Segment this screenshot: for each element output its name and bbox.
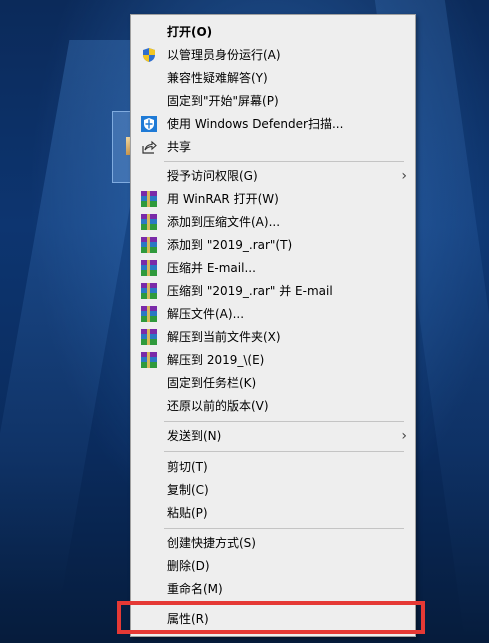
menu-item-label: 兼容性疑难解答(Y): [167, 71, 268, 85]
menu-item-share[interactable]: 共享: [131, 136, 415, 159]
menu-separator: [164, 451, 404, 452]
menu-item-label: 添加到压缩文件(A)...: [167, 215, 281, 229]
menu-item-label: 添加到 "2019_.rar"(T): [167, 238, 293, 252]
menu-item-label: 授予访问权限(G): [167, 169, 258, 183]
chevron-right-icon: ›: [401, 168, 407, 184]
menu-item-restore-previous-versions[interactable]: 还原以前的版本(V): [131, 395, 415, 418]
menu-item-extract-here[interactable]: 解压到当前文件夹(X): [131, 326, 415, 349]
menu-item-label: 解压到当前文件夹(X): [167, 330, 281, 344]
menu-item-label: 解压文件(A)...: [167, 307, 245, 321]
chevron-right-icon: ›: [401, 428, 407, 444]
menu-item-label: 粘贴(P): [167, 506, 208, 520]
menu-item-label: 压缩到 "2019_.rar" 并 E-mail: [167, 284, 333, 298]
menu-item-label: 打开(O): [167, 25, 213, 39]
menu-separator: [164, 528, 404, 529]
winrar-icon: [141, 283, 157, 299]
menu-item-label: 用 WinRAR 打开(W): [167, 192, 279, 206]
uac-shield-icon: [141, 47, 157, 63]
menu-item-add-to-rar[interactable]: 添加到 "2019_.rar"(T): [131, 234, 415, 257]
menu-item-label: 删除(D): [167, 559, 210, 573]
menu-item-give-access[interactable]: 授予访问权限(G) ›: [131, 165, 415, 188]
winrar-icon: [141, 329, 157, 345]
menu-item-add-to-archive[interactable]: 添加到压缩文件(A)...: [131, 211, 415, 234]
menu-item-label: 复制(C): [167, 483, 209, 497]
menu-item-winrar-open[interactable]: 用 WinRAR 打开(W): [131, 188, 415, 211]
menu-item-cut[interactable]: 剪切(T): [131, 456, 415, 479]
menu-item-label: 共享: [167, 140, 192, 154]
winrar-icon: [141, 306, 157, 322]
windows-defender-icon: [141, 116, 157, 132]
winrar-icon: [141, 214, 157, 230]
properties-highlight-annotation: [117, 601, 425, 634]
menu-item-label: 使用 Windows Defender扫描...: [167, 117, 344, 131]
menu-separator: [164, 421, 404, 422]
winrar-icon: [141, 191, 157, 207]
menu-item-pin-to-taskbar[interactable]: 固定到任务栏(K): [131, 372, 415, 395]
winrar-icon: [141, 260, 157, 276]
menu-item-compress-to-rar-and-email[interactable]: 压缩到 "2019_.rar" 并 E-mail: [131, 280, 415, 303]
menu-item-label: 固定到"开始"屏幕(P): [167, 94, 279, 108]
menu-separator: [164, 161, 404, 162]
menu-item-open[interactable]: 打开(O): [131, 21, 415, 44]
menu-item-compress-and-email[interactable]: 压缩并 E-mail...: [131, 257, 415, 280]
menu-item-compatibility-troubleshoot[interactable]: 兼容性疑难解答(Y): [131, 67, 415, 90]
menu-item-label: 重命名(M): [167, 582, 223, 596]
menu-item-delete[interactable]: 删除(D): [131, 555, 415, 578]
menu-item-extract-files[interactable]: 解压文件(A)...: [131, 303, 415, 326]
menu-item-label: 发送到(N): [167, 429, 222, 443]
context-menu: 打开(O) 以管理员身份运行(A) 兼容性疑难解答(Y) 固定到"开始"屏幕(P…: [130, 14, 416, 637]
menu-item-label: 固定到任务栏(K): [167, 376, 257, 390]
menu-item-send-to[interactable]: 发送到(N) ›: [131, 425, 415, 448]
menu-item-label: 解压到 2019_\(E): [167, 353, 265, 367]
menu-item-run-as-admin[interactable]: 以管理员身份运行(A): [131, 44, 415, 67]
winrar-icon: [141, 352, 157, 368]
menu-item-defender-scan[interactable]: 使用 Windows Defender扫描...: [131, 113, 415, 136]
menu-item-label: 还原以前的版本(V): [167, 399, 269, 413]
menu-item-label: 压缩并 E-mail...: [167, 261, 256, 275]
menu-item-label: 剪切(T): [167, 460, 208, 474]
menu-item-label: 以管理员身份运行(A): [167, 48, 281, 62]
menu-item-label: 创建快捷方式(S): [167, 536, 256, 550]
winrar-icon: [141, 237, 157, 253]
menu-item-copy[interactable]: 复制(C): [131, 479, 415, 502]
menu-item-paste[interactable]: 粘贴(P): [131, 502, 415, 525]
menu-item-rename[interactable]: 重命名(M): [131, 578, 415, 601]
menu-item-create-shortcut[interactable]: 创建快捷方式(S): [131, 532, 415, 555]
share-icon: [141, 139, 157, 155]
menu-item-extract-to-folder[interactable]: 解压到 2019_\(E): [131, 349, 415, 372]
menu-item-pin-to-start[interactable]: 固定到"开始"屏幕(P): [131, 90, 415, 113]
